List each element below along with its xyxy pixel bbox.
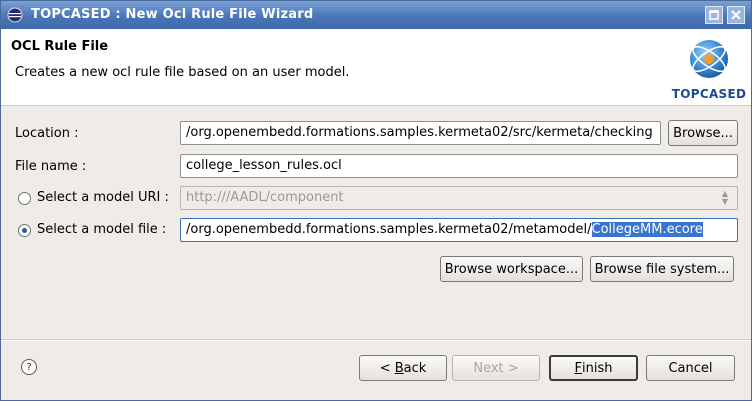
finish-mnemonic: F (574, 360, 582, 376)
eclipse-app-icon (7, 7, 23, 23)
logo-text: TOPCASED (671, 87, 747, 101)
model-file-path: /org.openembedd.formations.samples.kerme… (186, 222, 592, 237)
model-uri-radio[interactable] (18, 192, 31, 205)
wizard-header: OCL Rule File Creates a new ocl rule fil… (1, 29, 751, 106)
topcased-logo: TOPCASED (671, 35, 747, 101)
finish-rest: inish (582, 360, 613, 376)
model-uri-combo[interactable]: http:///AADL/component ▲ ▼ (180, 186, 738, 210)
back-rest: ack (403, 360, 427, 376)
combo-arrows-icon: ▲ ▼ (721, 189, 729, 206)
window-title: TOPCASED : New Ocl Rule File Wizard (31, 7, 314, 22)
model-file-label[interactable]: Select a model file : (37, 222, 166, 237)
next-button[interactable]: Next > (452, 355, 540, 381)
footer-separator (1, 339, 751, 341)
filename-label: File name : (15, 159, 87, 174)
browse-button[interactable]: Browse... (668, 120, 738, 146)
help-icon[interactable]: ? (21, 359, 37, 375)
maximize-icon (709, 10, 719, 20)
filename-input[interactable]: college_lesson_rules.ocl (180, 154, 738, 178)
wizard-window: TOPCASED : New Ocl Rule File Wizard OCL … (0, 0, 752, 401)
location-label: Location : (15, 126, 79, 141)
model-file-selected-text: CollegeMM.ecore (591, 222, 703, 237)
back-button[interactable]: < Back (359, 355, 447, 381)
page-description: Creates a new ocl rule file based on an … (15, 65, 350, 80)
back-prefix: < (379, 360, 395, 376)
close-icon (731, 10, 741, 20)
title-bar: TOPCASED : New Ocl Rule File Wizard (1, 1, 751, 29)
maximize-button[interactable] (705, 6, 723, 24)
globe-logo-icon (690, 40, 728, 78)
cancel-button[interactable]: Cancel (646, 355, 735, 381)
close-button[interactable] (727, 6, 745, 24)
model-uri-label[interactable]: Select a model URI : (37, 190, 169, 205)
model-file-input[interactable]: /org.openembedd.formations.samples.kerme… (180, 218, 738, 242)
finish-button[interactable]: Finish (549, 355, 638, 381)
model-file-radio[interactable] (18, 224, 31, 237)
location-input[interactable]: /org.openembedd.formations.samples.kerme… (180, 121, 661, 145)
model-uri-value: http:///AADL/component (186, 190, 344, 205)
browse-workspace-button[interactable]: Browse workspace... (440, 256, 583, 282)
page-title: OCL Rule File (11, 39, 109, 54)
back-mnemonic: B (394, 360, 404, 376)
browse-filesystem-button[interactable]: Browse file system... (590, 256, 734, 282)
